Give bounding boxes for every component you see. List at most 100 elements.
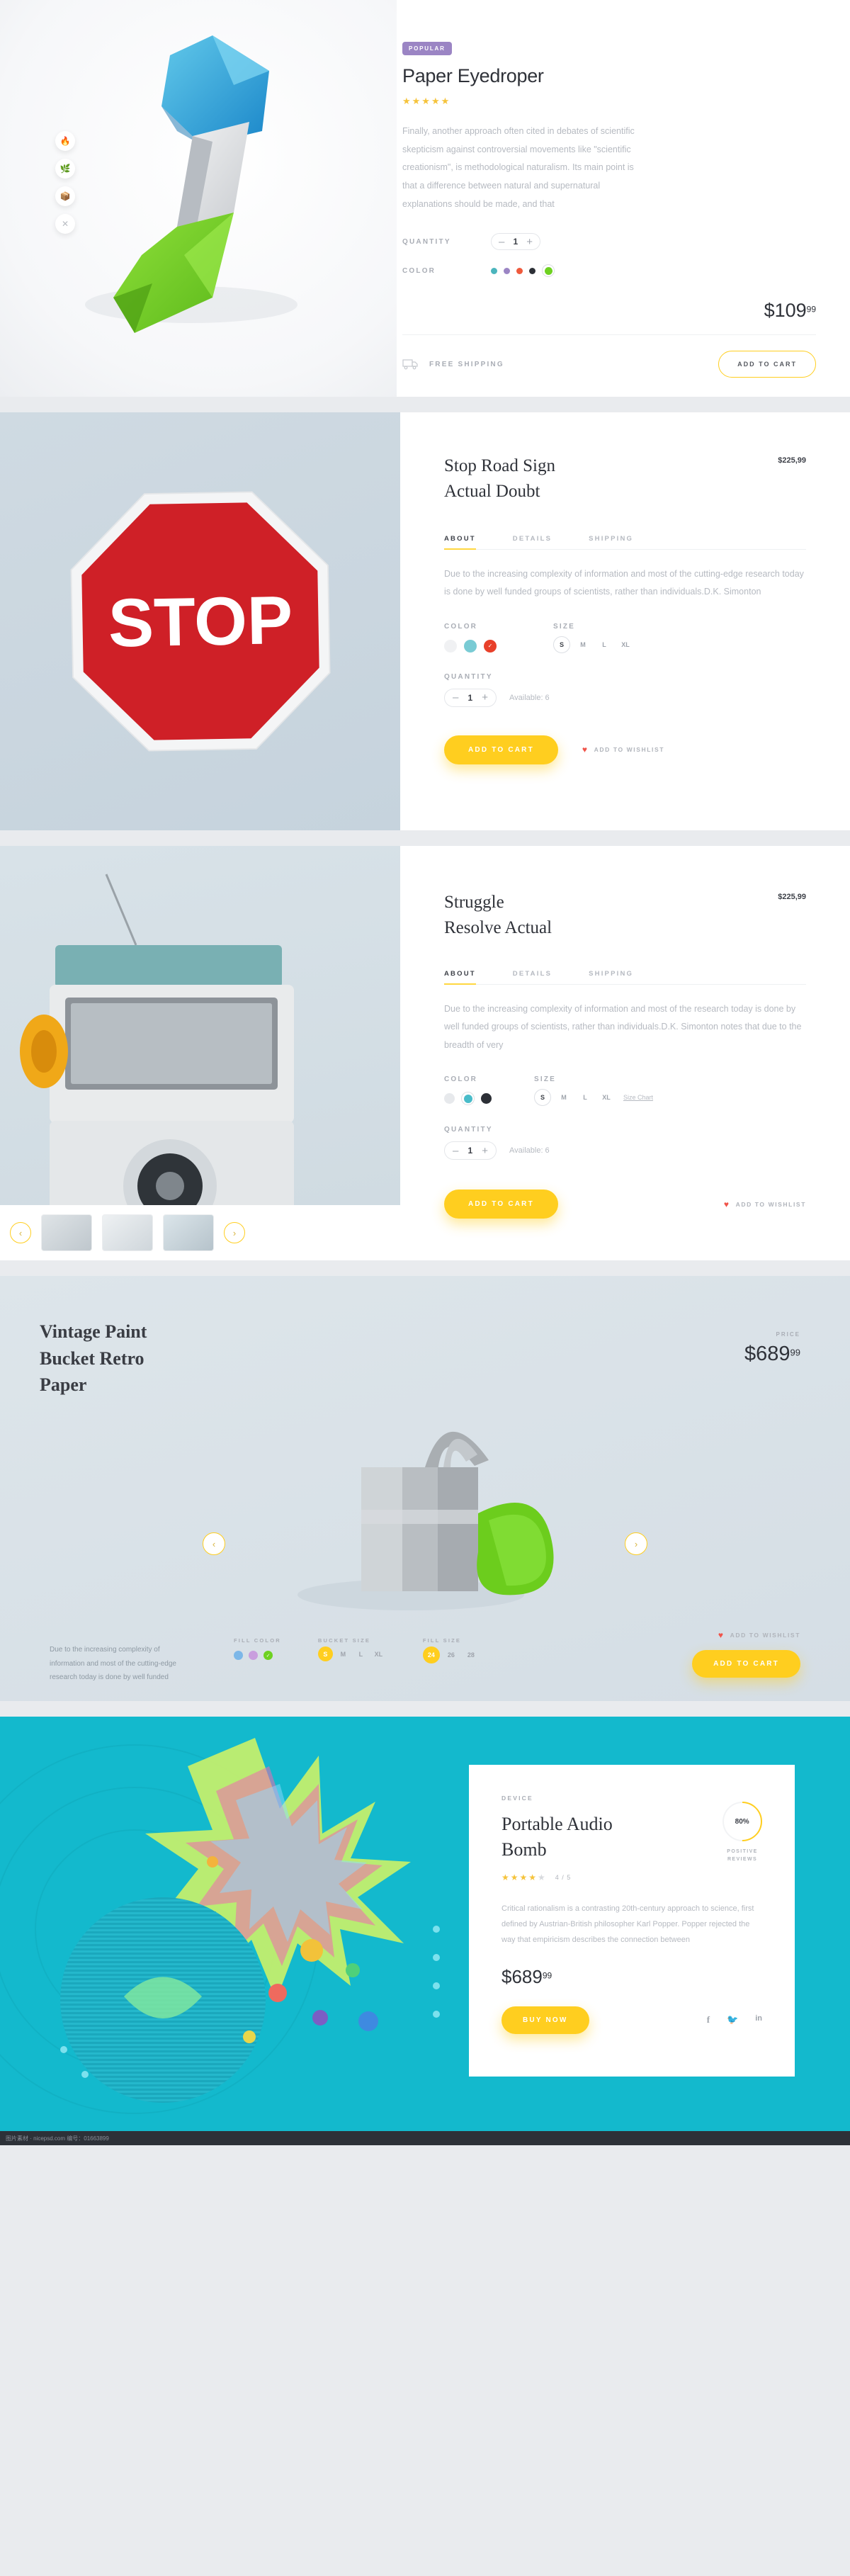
size-option-group: SIZE S M L XL — [553, 623, 634, 653]
add-to-cart-button[interactable]: ADD TO CART — [444, 735, 558, 764]
add-to-wishlist-button[interactable]: ♥ ADD TO WISHLIST — [582, 745, 664, 755]
score-ring: 80% — [714, 1793, 771, 1850]
size-s[interactable]: S — [534, 1089, 551, 1107]
color-swatch-white[interactable] — [444, 1093, 455, 1105]
quantity-plus[interactable]: + — [482, 692, 488, 703]
leaf-icon[interactable]: 🌿 — [55, 159, 75, 179]
tab-details[interactable]: DETAILS — [513, 535, 552, 549]
add-to-cart-button[interactable]: ADD TO CART — [692, 1650, 800, 1678]
tab-about[interactable]: ABOUT — [444, 535, 476, 550]
paint-bucket-illustration — [298, 1431, 554, 1610]
color-swatch-green-selected[interactable] — [542, 264, 555, 278]
section-divider — [0, 397, 850, 412]
quantity-stepper[interactable]: – 1 + — [444, 688, 497, 707]
fill-color-swatch-green-selected[interactable]: ✓ — [264, 1651, 273, 1660]
close-icon[interactable]: ✕ — [55, 214, 75, 234]
title-line-3: Paper — [40, 1374, 87, 1396]
truck-icon — [402, 359, 418, 370]
bucket-size-xl[interactable]: XL — [371, 1646, 386, 1661]
thumbnail-next-button[interactable]: › — [224, 1222, 245, 1243]
size-l[interactable]: L — [596, 636, 613, 653]
fill-size-24[interactable]: 24 — [422, 1646, 440, 1663]
size-label: SIZE — [553, 622, 576, 631]
title-line-1: Stop Road Sign — [444, 456, 555, 475]
facebook-icon[interactable]: f — [707, 2014, 710, 2026]
size-m[interactable]: M — [574, 636, 591, 653]
twitter-icon[interactable]: 🐦 — [727, 2014, 738, 2026]
thumbnail-3[interactable] — [163, 1214, 214, 1251]
availability-text: Available: 6 — [509, 1146, 550, 1156]
stop-sign-text: STOP — [108, 582, 293, 662]
color-swatch-purple[interactable] — [504, 267, 510, 274]
color-swatch-teal-selected[interactable] — [461, 1092, 475, 1106]
status-badge: POPULAR — [402, 42, 452, 55]
quantity-stepper[interactable]: – 1 + — [444, 1141, 497, 1160]
carousel-next-button[interactable]: › — [625, 1532, 647, 1555]
thumbnail-1[interactable] — [41, 1214, 92, 1251]
price-block: $10999 — [402, 300, 816, 322]
color-swatch-black[interactable] — [481, 1093, 492, 1105]
fill-color-swatch-list: ✓ — [234, 1651, 281, 1660]
size-xl[interactable]: XL — [617, 636, 634, 653]
size-s[interactable]: S — [553, 635, 570, 653]
thumbnail-prev-button[interactable]: ‹ — [10, 1222, 31, 1243]
add-to-wishlist-button[interactable]: ♥ ADD TO WISHLIST — [724, 1199, 806, 1209]
tab-details[interactable]: DETAILS — [513, 970, 552, 984]
fire-icon[interactable]: 🔥 — [55, 131, 75, 151]
product-description: Critical rationalism is a contrasting 20… — [502, 1904, 754, 1944]
quantity-plus[interactable]: + — [526, 237, 533, 247]
size-m[interactable]: M — [555, 1089, 572, 1106]
add-to-cart-button[interactable]: ADD TO CART — [444, 1190, 558, 1219]
quantity-minus[interactable]: – — [453, 1146, 458, 1156]
bucket-size-l[interactable]: L — [353, 1646, 368, 1661]
section-divider — [0, 1260, 850, 1276]
color-swatch-black[interactable] — [529, 267, 536, 274]
quantity-minus[interactable]: – — [499, 237, 504, 247]
shipping-label: FREE SHIPPING — [429, 360, 504, 368]
size-l[interactable]: L — [577, 1089, 594, 1106]
social-links: f 🐦 in — [707, 2014, 762, 2026]
add-to-wishlist-button[interactable]: ♥ ADD TO WISHLIST — [692, 1630, 800, 1640]
linkedin-icon[interactable]: in — [755, 2014, 762, 2026]
title-line-2: Actual Doubt — [444, 482, 540, 502]
quantity-stepper[interactable]: – 1 + — [491, 233, 540, 251]
quantity-label: QUANTITY — [444, 1126, 493, 1134]
fill-color-swatch-purple[interactable] — [249, 1651, 258, 1660]
quantity-label: QUANTITY — [402, 237, 451, 246]
rating-stars: ★★★★★ — [402, 96, 451, 106]
fill-size-28[interactable]: 28 — [463, 1646, 480, 1663]
box-icon[interactable]: 📦 — [55, 186, 75, 206]
thumbnail-2[interactable] — [102, 1214, 153, 1251]
buy-now-button[interactable]: BUY NOW — [502, 2006, 589, 2034]
quantity-plus[interactable]: + — [482, 1146, 488, 1156]
price-cents: 99 — [806, 304, 816, 315]
options-row: FILL COLOR ✓ BUCKET SIZE S M L XL FILL S… — [234, 1637, 480, 1663]
fill-color-swatch-blue[interactable] — [234, 1651, 243, 1660]
tab-about[interactable]: ABOUT — [444, 970, 476, 985]
bucket-size-m[interactable]: M — [336, 1646, 351, 1661]
heart-icon: ♥ — [723, 1199, 730, 1209]
product-image-stop-sign: STOP — [0, 412, 400, 830]
tab-shipping[interactable]: SHIPPING — [589, 970, 633, 984]
color-swatch-teal[interactable] — [491, 267, 497, 274]
color-swatch-teal[interactable] — [464, 639, 477, 653]
add-to-cart-button[interactable]: ADD TO CART — [718, 351, 816, 378]
size-list: S M L XL — [553, 635, 634, 653]
quantity-minus[interactable]: – — [453, 692, 458, 703]
bucket-size-s[interactable]: S — [317, 1646, 333, 1661]
product-side-icon-list: 🔥 🌿 📦 ✕ — [55, 131, 75, 242]
color-swatch-red[interactable] — [516, 267, 523, 274]
title-line-1: Vintage Paint — [40, 1321, 147, 1342]
wishlist-label: ADD TO WISHLIST — [735, 1200, 806, 1208]
score-block: 80% POSITIVE REVIEWS — [714, 1793, 771, 1863]
page-root: 🔥 🌿 📦 ✕ POPULAR Paper Eyedroper ★★★★★ Fi… — [0, 0, 850, 2145]
carousel-prev-button[interactable]: ‹ — [203, 1532, 225, 1555]
tab-shipping[interactable]: SHIPPING — [589, 535, 633, 549]
price-main: $689 — [502, 1965, 543, 1987]
size-xl[interactable]: XL — [598, 1089, 615, 1106]
fill-size-26[interactable]: 26 — [443, 1646, 460, 1663]
color-swatch-white[interactable] — [444, 639, 457, 653]
size-chart-link[interactable]: Size Chart — [623, 1094, 653, 1101]
color-swatch-red-selected[interactable]: ✓ — [484, 639, 497, 653]
page-title: Vintage Paint Bucket Retro Paper — [40, 1318, 810, 1399]
